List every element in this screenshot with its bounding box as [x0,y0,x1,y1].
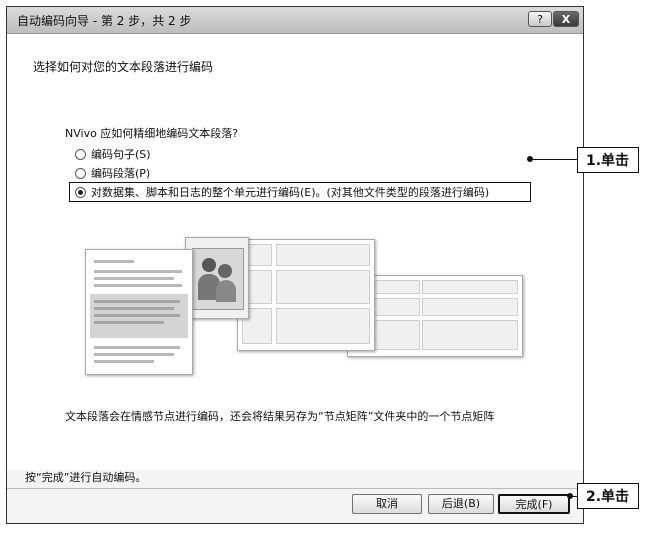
radio-selected-icon[interactable] [75,186,86,198]
result-note: 文本段落会在情感节点进行编码，还会将结果另存为“节点矩阵”文件夹中的一个节点矩阵 [65,410,495,423]
option-code-whole-unit[interactable]: 对数据集、脚本和日志的整个单元进行编码(E)。(对其他文件类型的段落进行编码) [69,182,531,202]
finish-button[interactable]: 完成(F) [498,494,570,514]
callout-1: 1.单击 [577,147,639,173]
option-label: 编码句子(S) [91,148,151,161]
option-label: 编码段落(P) [91,167,151,180]
wizard-dialog: 自动编码向导 - 第 2 步，共 2 步 ? X 选择如何对您的文本段落进行编码… [6,6,584,524]
text-document-icon [85,249,193,375]
footer-divider [7,488,583,489]
document-types-illustration [85,237,530,375]
cancel-button[interactable]: 取消 [352,494,422,514]
photo-card-icon [185,237,249,319]
option-code-paragraphs[interactable]: 编码段落(P) [75,165,150,181]
back-button[interactable]: 后退(B) [428,494,494,514]
window-title: 自动编码向导 - 第 2 步，共 2 步 [17,14,192,28]
transcript-sheet-icon [237,239,375,351]
callout-2-dot [567,493,573,499]
callout-1-dot [527,156,533,162]
step-heading: 选择如何对您的文本段落进行编码 [33,60,214,74]
close-button[interactable]: X [553,11,579,27]
callout-2: 2.单击 [577,483,639,509]
option-code-sentences[interactable]: 编码句子(S) [75,146,151,162]
radio-icon[interactable] [75,148,86,160]
help-button[interactable]: ? [528,11,552,27]
finish-hint: 按“完成”进行自动编码。 [25,471,147,484]
callout-1-leader [530,159,577,160]
granularity-question: NVivo 应如何精细地编码文本段落? [65,127,239,140]
title-bar: 自动编码向导 - 第 2 步，共 2 步 ? X [7,7,583,34]
wizard-content: 选择如何对您的文本段落进行编码 NVivo 应如何精细地编码文本段落? 编码句子… [7,34,583,470]
option-label: 对数据集、脚本和日志的整个单元进行编码(E)。(对其他文件类型的段落进行编码) [91,186,490,199]
radio-icon[interactable] [75,167,86,179]
